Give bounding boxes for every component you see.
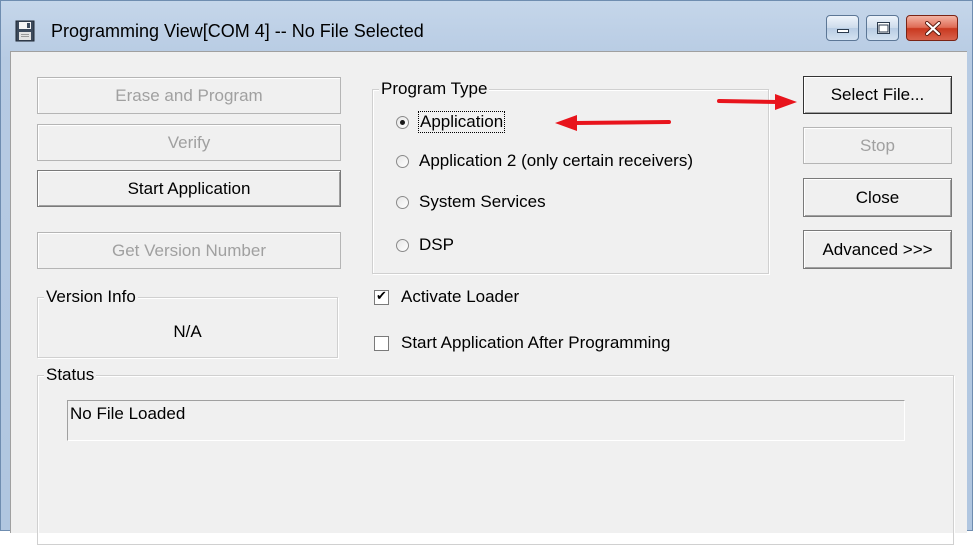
- radio-label: System Services: [419, 192, 546, 211]
- get-version-number-button[interactable]: Get Version Number: [37, 232, 341, 269]
- close-icon: [925, 21, 941, 36]
- stop-button[interactable]: Stop: [803, 127, 952, 164]
- radio-application[interactable]: Application: [396, 111, 506, 133]
- advanced-button[interactable]: Advanced >>>: [803, 230, 952, 269]
- radio-button[interactable]: [396, 115, 409, 129]
- radio-dsp[interactable]: DSP: [396, 235, 454, 255]
- floppy-disk-icon: [15, 20, 35, 42]
- programming-view-window: Programming View[COM 4] -- No File Selec…: [0, 0, 973, 545]
- minimize-button[interactable]: [826, 15, 859, 41]
- radio-application-2[interactable]: Application 2 (only certain receivers): [396, 151, 693, 171]
- select-file-button[interactable]: Select File...: [803, 76, 952, 114]
- radio-label: Application 2 (only certain receivers): [419, 151, 694, 170]
- activate-loader-checkbox-row[interactable]: Activate Loader: [374, 287, 519, 307]
- radio-label: Application: [417, 111, 506, 133]
- red-arrow-right-icon: [717, 94, 797, 110]
- version-info-label: Version Info: [44, 287, 138, 307]
- start-after-programming-checkbox-row[interactable]: Start Application After Programming: [374, 333, 670, 353]
- start-application-button[interactable]: Start Application: [37, 170, 341, 207]
- radio-system-services[interactable]: System Services: [396, 192, 546, 212]
- maximize-icon: [877, 22, 890, 34]
- activate-loader-label: Activate Loader: [401, 287, 520, 306]
- red-arrow-left-icon: [555, 115, 671, 131]
- status-text-field: No File Loaded: [67, 400, 905, 441]
- version-info-value: N/A: [173, 322, 202, 341]
- erase-and-program-button[interactable]: Erase and Program: [37, 77, 341, 114]
- maximize-button[interactable]: [866, 15, 899, 41]
- start-after-programming-checkbox[interactable]: [374, 335, 389, 351]
- dialog-client-area: Erase and Program Verify Start Applicati…: [10, 51, 967, 545]
- radio-button[interactable]: [396, 154, 409, 168]
- status-label: Status: [44, 365, 97, 385]
- close-window-button[interactable]: [906, 15, 958, 41]
- program-type-label: Program Type: [379, 79, 490, 99]
- window-title: Programming View[COM 4] -- No File Selec…: [51, 21, 424, 41]
- radio-button[interactable]: [396, 238, 409, 252]
- title-bar[interactable]: Programming View[COM 4] -- No File Selec…: [1, 1, 972, 51]
- minimize-icon: [837, 29, 849, 33]
- activate-loader-checkbox[interactable]: [374, 288, 389, 305]
- radio-button[interactable]: [396, 195, 409, 209]
- verify-button[interactable]: Verify: [37, 124, 341, 161]
- close-button[interactable]: Close: [803, 178, 952, 217]
- radio-label: DSP: [419, 235, 454, 254]
- start-after-programming-label: Start Application After Programming: [401, 333, 671, 352]
